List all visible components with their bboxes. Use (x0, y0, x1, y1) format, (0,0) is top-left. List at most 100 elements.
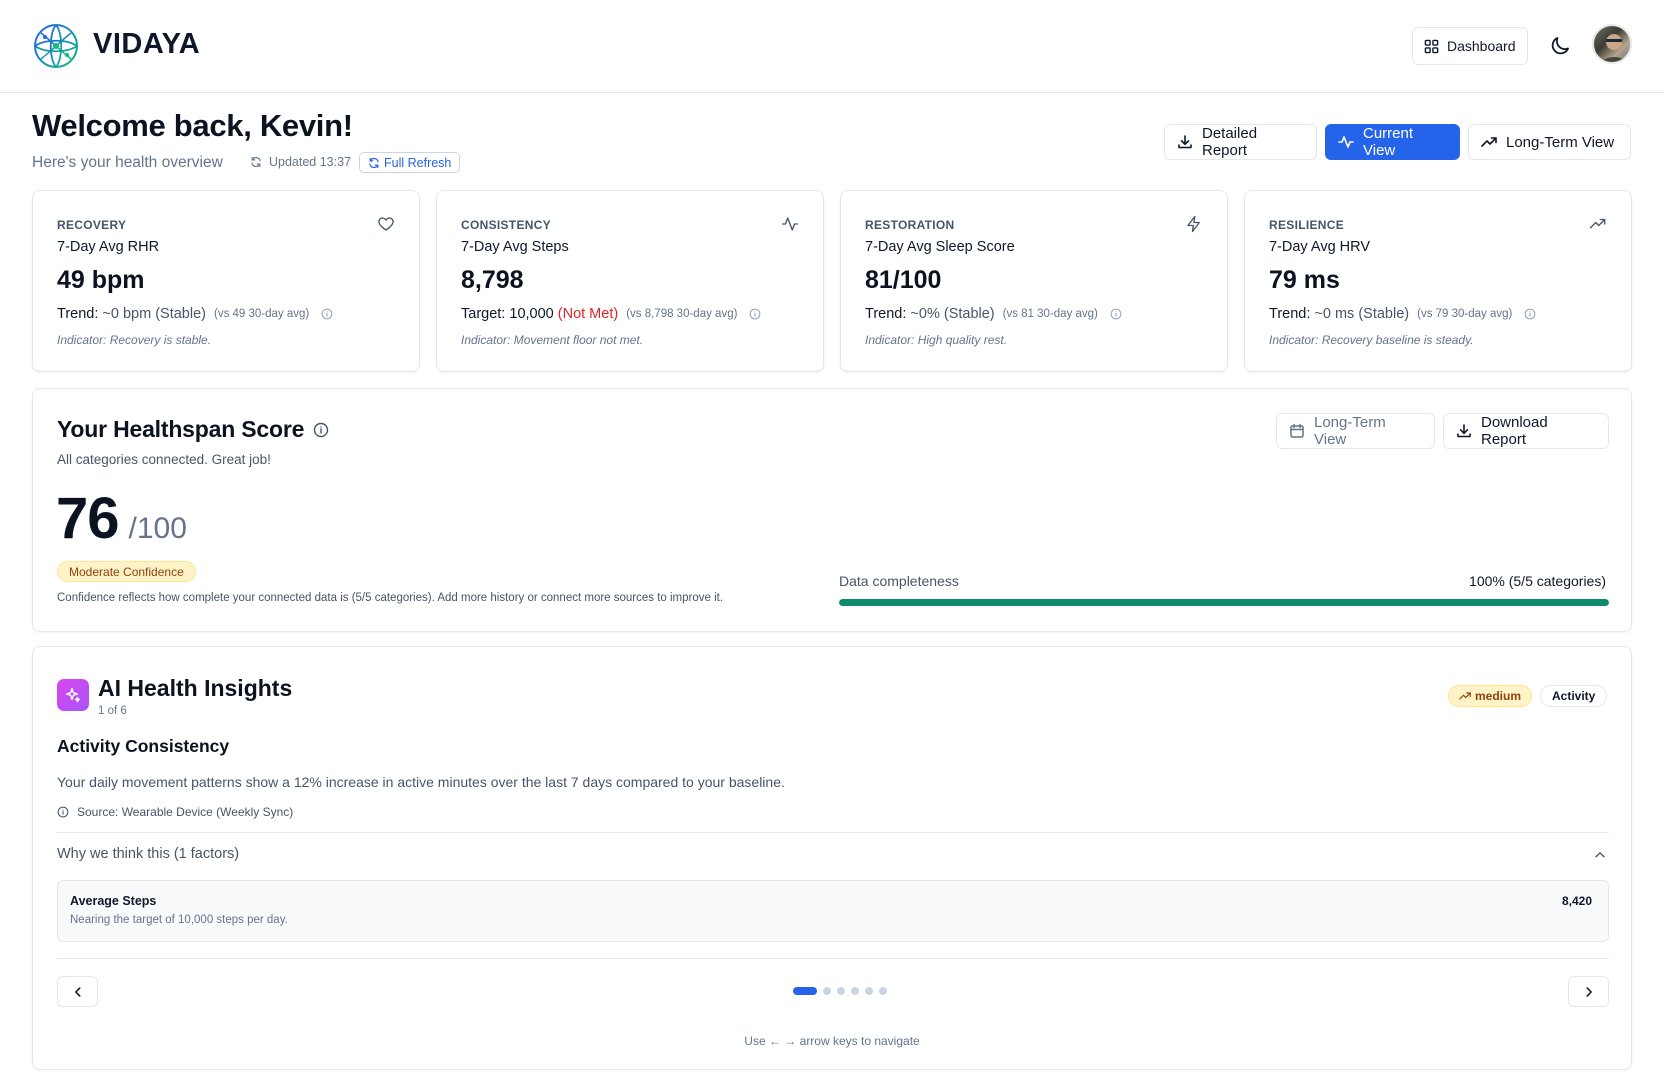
pagination-dot[interactable] (793, 987, 817, 995)
card-value: 79 ms (1269, 266, 1340, 294)
card-indicator: Indicator: Movement floor not met. (461, 333, 644, 347)
card-metric: 7-Day Avg Sleep Score (865, 239, 1015, 255)
trending-up-icon (1481, 134, 1497, 150)
long-term-view-button[interactable]: Long-Term View (1468, 124, 1631, 160)
trend-label: Trend: (1269, 306, 1311, 322)
trend-label: Trend: (57, 306, 99, 322)
healthspan-score: 76 /100 (56, 485, 187, 552)
card-trend: Trend: ~0 bpm (Stable) (vs 49 30-day avg… (57, 306, 333, 322)
pagination-dot[interactable] (823, 987, 831, 995)
top-bar: VIDAYA Dashboard (0, 0, 1664, 93)
long-term-view-button[interactable]: Long-Term View (1276, 413, 1435, 449)
next-insight-button[interactable] (1568, 976, 1609, 1007)
info-icon[interactable] (321, 308, 333, 320)
completeness-progress-bar (839, 599, 1609, 606)
download-report-label: Download Report (1481, 414, 1548, 448)
keyboard-hint: Use ← → arrow keys to navigate (744, 1034, 920, 1048)
chevron-right-icon (1582, 985, 1596, 999)
divider (57, 832, 1609, 833)
trend-value: ~0 ms (Stable) (1314, 306, 1410, 322)
category-badge: Activity (1540, 685, 1608, 707)
activity-icon (781, 215, 799, 233)
priority-label: medium (1475, 689, 1522, 703)
card-trend: Trend: ~0% (Stable) (vs 81 30-day avg) (865, 306, 1122, 322)
insight-counter: 1 of 6 (98, 705, 127, 717)
info-icon[interactable] (749, 308, 761, 320)
pagination-dot[interactable] (879, 987, 887, 995)
trend-comparison: (vs 8,798 30-day avg) (626, 308, 738, 320)
factor-description: Nearing the target of 10,000 steps per d… (70, 914, 288, 926)
consistency-card: CONSISTENCY 7-Day Avg Steps 8,798 Target… (436, 190, 824, 372)
download-icon (1177, 134, 1193, 150)
card-category: RESILIENCE (1269, 218, 1345, 232)
trend-status: (Not Met) (557, 306, 619, 322)
updated-time: Updated 13:37 (269, 155, 352, 169)
ai-insights-title: AI Health Insights (98, 675, 293, 701)
restoration-card: RESTORATION 7-Day Avg Sleep Score 81/100… (840, 190, 1228, 372)
previous-insight-button[interactable] (57, 976, 98, 1007)
brain-logo-icon[interactable] (31, 21, 81, 71)
trend-comparison: (vs 79 30-day avg) (1417, 308, 1513, 320)
lightning-icon (1185, 215, 1203, 233)
info-icon (57, 806, 69, 818)
insight-source: Source: Wearable Device (Weekly Sync) (57, 805, 293, 819)
info-icon[interactable] (1524, 308, 1536, 320)
full-refresh-button[interactable]: Full Refresh (359, 152, 461, 173)
divider (57, 958, 1609, 959)
welcome-title: Welcome back, Kevin! (32, 108, 353, 143)
long-term-view-label: Long-Term View (1314, 414, 1386, 448)
factor-row: Average Steps Nearing the target of 10,0… (57, 880, 1609, 942)
confidence-note: Confidence reflects how complete your co… (57, 592, 724, 604)
info-icon[interactable] (313, 422, 329, 438)
download-report-button[interactable]: Download Report (1443, 413, 1609, 449)
info-icon[interactable] (1110, 308, 1122, 320)
sparkles-icon (57, 679, 89, 711)
why-toggle[interactable]: Why we think this (1 factors) (57, 846, 239, 862)
calendar-icon (1289, 423, 1305, 439)
card-category: RESTORATION (865, 218, 955, 232)
recovery-card: RECOVERY 7-Day Avg RHR 49 bpm Trend: ~0 … (32, 190, 420, 372)
current-view-label: Current View (1363, 125, 1414, 159)
full-refresh-label: Full Refresh (384, 155, 452, 170)
user-avatar[interactable] (1592, 24, 1632, 64)
pagination-dot[interactable] (851, 987, 859, 995)
pagination-dot[interactable] (865, 987, 873, 995)
trend-label: Trend: (865, 306, 907, 322)
long-term-view-label: Long-Term View (1506, 133, 1615, 151)
card-category: CONSISTENCY (461, 218, 551, 232)
card-value: 49 bpm (57, 266, 145, 294)
pagination-dots (793, 987, 887, 995)
activity-icon (1338, 134, 1354, 150)
completeness-label: Data completeness (839, 573, 959, 589)
chevron-up-icon[interactable] (1593, 848, 1607, 862)
detailed-report-button[interactable]: Detailed Report (1164, 124, 1317, 160)
card-indicator: Indicator: Recovery is stable. (57, 333, 212, 347)
detailed-report-label: Detailed Report (1202, 125, 1258, 159)
factor-value: 8,420 (1561, 894, 1592, 908)
insight-body: Your daily movement patterns show a 12% … (57, 774, 785, 790)
current-view-button[interactable]: Current View (1325, 124, 1460, 160)
dashboard-label: Dashboard (1447, 38, 1516, 54)
card-value: 8,798 (461, 266, 524, 294)
grid-icon (1424, 39, 1439, 54)
healthspan-subtitle: All categories connected. Great job! (57, 452, 271, 467)
source-text: Source: Wearable Device (Weekly Sync) (77, 805, 294, 819)
card-trend: Target: 10,000 (Not Met) (vs 8,798 30-da… (461, 306, 761, 322)
download-icon (1456, 423, 1472, 439)
healthspan-title: Your Healthspan Score (57, 416, 329, 443)
trend-value: 10,000 (509, 306, 554, 322)
pagination-dot[interactable] (837, 987, 845, 995)
insight-heading: Activity Consistency (57, 736, 230, 756)
completeness-value: 100% (5/5 categories) (1469, 573, 1606, 589)
priority-badge: medium (1448, 685, 1533, 707)
dark-mode-toggle-icon[interactable] (1548, 34, 1572, 58)
trending-up-icon (1459, 690, 1471, 702)
brand-name: VIDAYA (93, 28, 201, 60)
completeness-progress-fill (839, 599, 1609, 606)
card-trend: Trend: ~0 ms (Stable) (vs 79 30-day avg) (1269, 306, 1536, 322)
card-metric: 7-Day Avg HRV (1269, 239, 1371, 255)
healthspan-panel: Your Healthspan Score All categories con… (32, 388, 1632, 632)
trend-comparison: (vs 49 30-day avg) (213, 308, 310, 320)
dashboard-button[interactable]: Dashboard (1412, 27, 1528, 65)
chevron-left-icon (71, 985, 85, 999)
